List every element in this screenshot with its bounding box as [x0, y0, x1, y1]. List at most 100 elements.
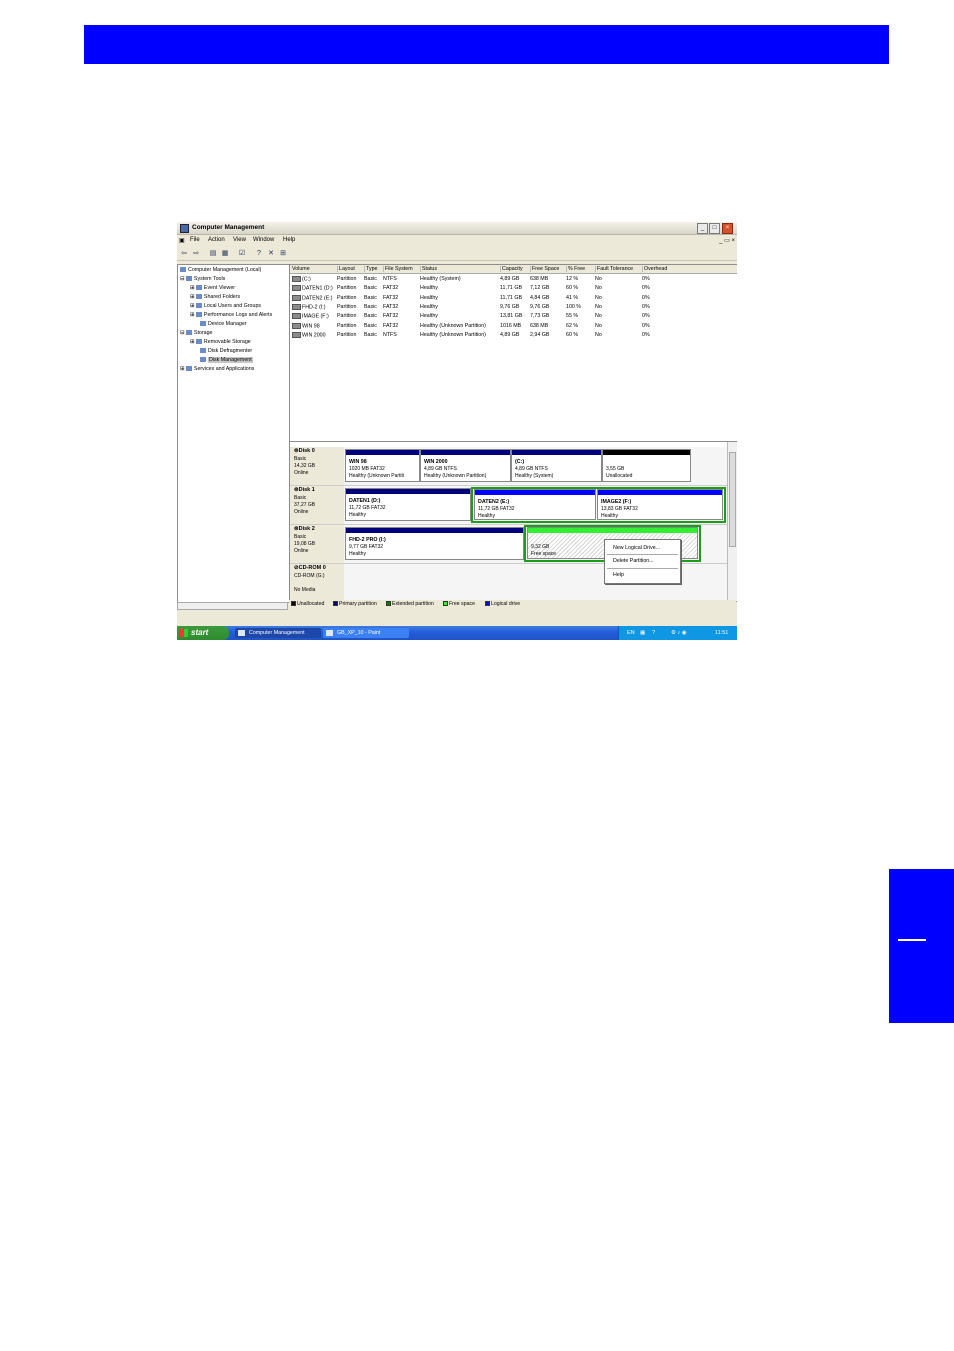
tree-item-system-tools[interactable]: ⊟ System Tools	[180, 276, 225, 282]
disk-2-size: 19,08 GB	[294, 541, 316, 547]
col-file-system[interactable]: File System	[383, 266, 413, 272]
table-row[interactable]: (C:) Partition Basic NTFS Healthy (System) 4,…	[290, 275, 737, 284]
col-free-space[interactable]: Free Space	[530, 266, 559, 272]
partition-daten1[interactable]: DATEN1 (D:) 11,72 GB FAT32 Healthy	[345, 488, 471, 521]
partition-win98[interactable]: WIN 98 1020 MB FAT32 Healthy (Unknown Pa…	[345, 449, 420, 482]
partition-unallocated[interactable]: 3,55 GB Unallocated	[602, 449, 691, 482]
tree-item-storage[interactable]: ⊟ Storage	[180, 330, 212, 336]
task-computer-management[interactable]: Computer Management	[235, 628, 321, 638]
table-row[interactable]: WIN 2000 Partition Basic NTFS Healthy (Unkno…	[290, 331, 737, 340]
storage-icon	[185, 330, 192, 336]
table-cell: 0%	[642, 313, 650, 320]
tree-item-computer-management[interactable]: Computer Management (Local)	[180, 267, 261, 273]
table-cell: FAT32	[383, 322, 399, 329]
tree-horizontal-scrollbar[interactable]	[177, 602, 288, 610]
forward-icon[interactable]: ⇨	[192, 250, 200, 257]
table-cell: 13,81 GB	[500, 313, 523, 320]
tree-item-disk-management[interactable]: Disk Management	[200, 357, 253, 363]
menu-view[interactable]: View	[233, 237, 246, 243]
col-capacity[interactable]: Capacity	[500, 266, 523, 272]
cdrom-0-label[interactable]: ⊘CD-ROM 0 CD-ROM (G:) No Media	[290, 564, 344, 601]
rescan-icon[interactable]: ⊞	[279, 250, 287, 257]
help-tray-icon[interactable]: ?	[652, 630, 655, 636]
tree-item-device-manager[interactable]: Device Manager	[200, 321, 247, 327]
col-type[interactable]: Type	[364, 266, 377, 272]
menu-delete-partition[interactable]: Delete Partition...	[613, 558, 654, 564]
tree-item-performance-logs[interactable]: ⊞ Performance Logs and Alerts	[190, 312, 272, 318]
col-fault-tolerance[interactable]: Fault Tolerance	[595, 266, 633, 272]
table-cell: 1016 MB	[500, 322, 522, 329]
tree-item-services-applications[interactable]: ⊞ Services and Applications	[180, 366, 254, 372]
show-hide-tree-icon[interactable]: ▦	[221, 250, 229, 257]
table-cell: 0%	[642, 331, 650, 338]
scrollbar-thumb[interactable]	[729, 452, 736, 547]
logical-bar	[475, 490, 595, 495]
tree-item-shared-folders[interactable]: ⊞ Shared Folders	[190, 294, 240, 300]
partition-daten2[interactable]: DATEN2 (E:) 11,72 GB FAT32 Healthy	[474, 489, 596, 520]
back-icon[interactable]: ⇦	[180, 250, 188, 257]
table-cell: 4,89 GB	[500, 276, 520, 282]
col-status[interactable]: Status	[420, 266, 437, 272]
menu-file[interactable]: File	[190, 237, 200, 243]
app-menu-icon[interactable]: ▣	[179, 237, 185, 244]
menu-action[interactable]: Action	[208, 237, 225, 243]
table-row[interactable]: WIN 98 Partition Basic FAT32 Healthy (Unknow…	[290, 322, 737, 331]
delete-icon[interactable]: ✕	[267, 250, 275, 257]
menu-new-logical-drive[interactable]: New Logical Drive...	[613, 545, 660, 551]
table-cell: 41 %	[566, 294, 579, 301]
mdi-window-buttons[interactable]: _ ▭ ×	[719, 237, 735, 244]
maximize-button[interactable]: □	[709, 223, 720, 234]
table-row[interactable]: FHD-2 (I:) Partition Basic FAT32 Healthy 9,76…	[290, 303, 737, 312]
cdrom-0-name: ⊘CD-ROM 0	[294, 565, 326, 571]
language-indicator[interactable]: EN	[627, 630, 635, 636]
windows-logo-icon	[180, 629, 188, 637]
chapter-tab	[889, 869, 954, 1023]
col-overhead[interactable]: Overhead	[642, 266, 667, 272]
start-button[interactable]: start	[177, 626, 229, 640]
table-cell: No	[595, 294, 602, 301]
table-row[interactable]: DATEN1 (D:) Partition Basic FAT32 Healthy 11,…	[290, 284, 737, 293]
table-row[interactable]: IMAGE (F:) Partition Basic FAT32 Healthy 13,8…	[290, 312, 737, 321]
disk-2-label[interactable]: ⊜Disk 2 Basic 19,08 GB Online	[290, 525, 344, 564]
col-volume[interactable]: Volume	[291, 266, 310, 272]
menu-help-item[interactable]: Help	[613, 572, 624, 578]
tree-item-removable-storage[interactable]: ⊞ Removable Storage	[190, 339, 251, 345]
partition-fhd2-pro[interactable]: FHD-2 PRO (I:) 9,77 GB FAT32 Healthy	[345, 527, 524, 560]
disk-1-label[interactable]: ⊜Disk 1 Basic 37,27 GB Online	[290, 486, 344, 525]
properties-icon[interactable]: ☑	[238, 250, 246, 257]
task-paint[interactable]: GB_XP_10 - Paint	[323, 628, 409, 638]
disk-0-label[interactable]: ⊜Disk 0 Basic 14,32 GB Online	[290, 447, 344, 486]
clock: 11:51	[715, 630, 729, 636]
volume-name: (C:)	[292, 276, 311, 282]
tree-item-local-users[interactable]: ⊞ Local Users and Groups	[190, 303, 261, 309]
legend-swatch	[386, 601, 391, 607]
partition-c[interactable]: (C:) 4,89 GB NTFS Healthy (System)	[511, 449, 602, 482]
table-cell: 4,84 GB	[530, 294, 550, 301]
up-folder-icon[interactable]: ▤	[209, 250, 217, 257]
table-cell: 4,89 GB	[500, 331, 520, 338]
tree-item-event-viewer[interactable]: ⊞ Event Viewer	[190, 285, 235, 291]
tree-item-disk-defragmenter[interactable]: Disk Defragmenter	[200, 348, 252, 354]
col-percent-free[interactable]: % Free	[566, 266, 585, 272]
primary-bar	[512, 450, 601, 455]
graph-vertical-scrollbar[interactable]	[727, 442, 737, 600]
disk-2-status: Online	[294, 548, 309, 554]
table-row[interactable]: DATEN2 (E:) Partition Basic FAT32 Healthy 11,…	[290, 294, 737, 303]
menu-help[interactable]: Help	[283, 237, 295, 243]
close-button[interactable]: ×	[722, 223, 733, 234]
partition-image2[interactable]: IMAGE2 (F:) 13,83 GB FAT32 Healthy	[597, 489, 723, 520]
keyboard-icon[interactable]: ▦	[640, 630, 645, 636]
primary-bar	[346, 450, 419, 455]
disk-0-name: ⊜Disk 0	[294, 448, 315, 454]
primary-bar	[421, 450, 510, 455]
shared-folder-icon	[195, 294, 202, 300]
table-cell: 12 %	[566, 276, 579, 282]
help-icon[interactable]: ?	[255, 250, 263, 257]
screenshot-computer-management: Computer Management _ □ × ▣ File Action …	[177, 222, 737, 640]
tray-icons[interactable]: ⚙ ♪ ◉	[671, 630, 687, 636]
partition-win2000[interactable]: WIN 2000 4,89 GB NTFS Healthy (Unknown P…	[420, 449, 511, 482]
table-cell: Healthy	[420, 294, 438, 301]
minimize-button[interactable]: _	[697, 223, 708, 234]
col-layout[interactable]: Layout	[337, 266, 355, 272]
menu-window[interactable]: Window	[253, 237, 274, 243]
